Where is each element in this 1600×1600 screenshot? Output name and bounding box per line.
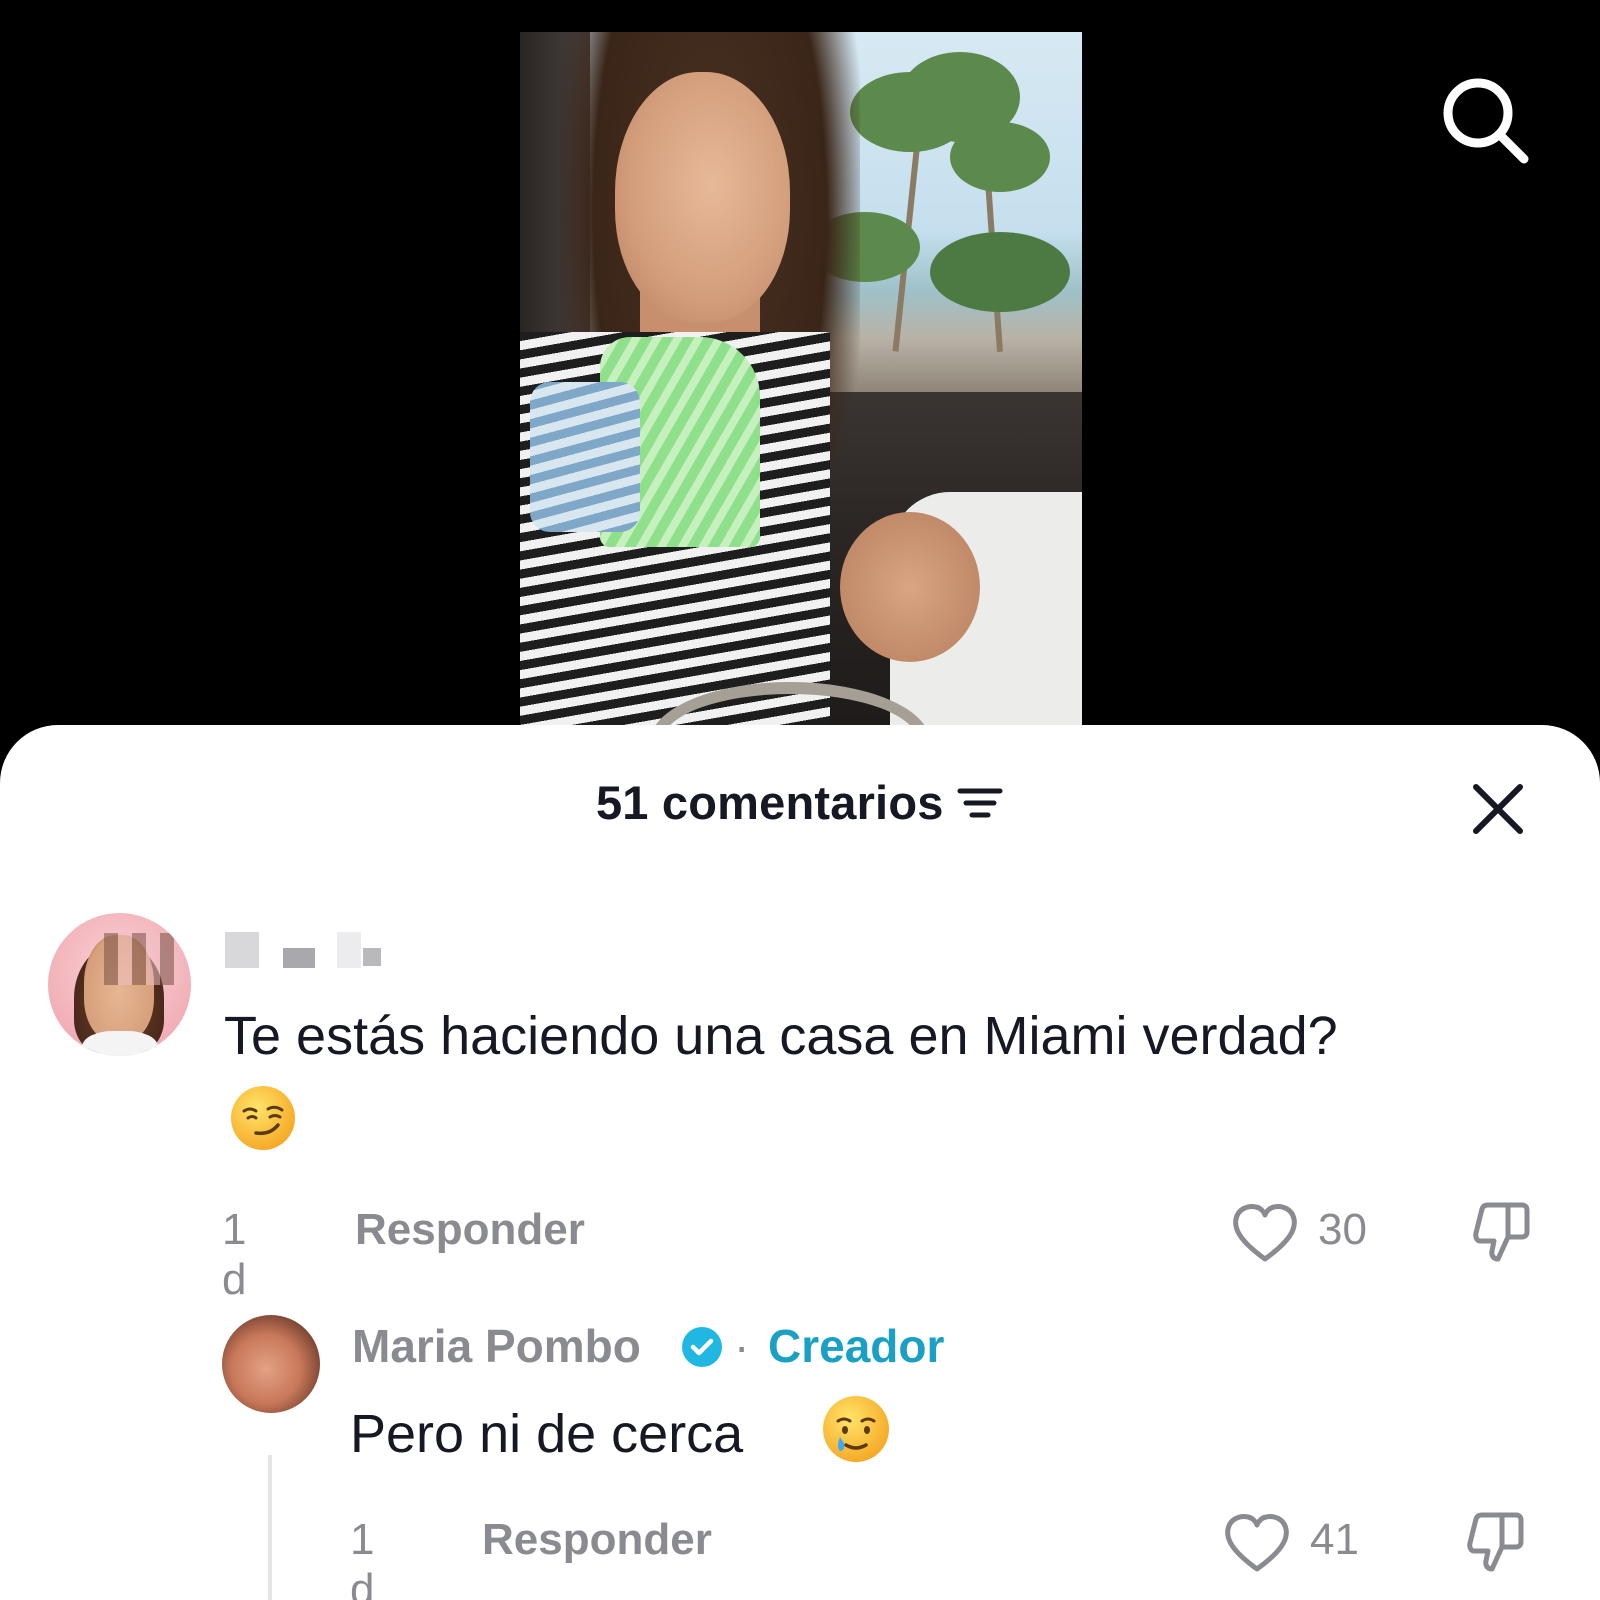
creator-avatar[interactable]: [222, 1315, 320, 1413]
reply-text: Pero ni de cerca: [350, 1404, 744, 1464]
close-icon[interactable]: [1468, 779, 1528, 839]
heart-icon[interactable]: [1222, 1511, 1292, 1575]
like-count: 30: [1318, 1205, 1367, 1254]
heart-icon[interactable]: [1230, 1201, 1300, 1265]
comment-time: 1 d: [222, 1205, 247, 1304]
avatar-pixelation: [104, 933, 184, 985]
name-separator: ·: [734, 1320, 750, 1372]
reply-time: 1 d: [350, 1515, 375, 1600]
commenter-username-redacted[interactable]: [225, 928, 385, 972]
smirk-emoji: [228, 1083, 298, 1153]
comment-count-title: 51 comentarios: [595, 776, 944, 829]
video-frame[interactable]: [520, 32, 1082, 740]
smiling-with-tear-emoji: [820, 1393, 892, 1465]
verified-badge-icon: [680, 1325, 724, 1369]
creator-label: Creador: [768, 1320, 945, 1372]
creator-username[interactable]: Maria Pombo: [352, 1319, 641, 1373]
reply-button[interactable]: Responder: [355, 1205, 585, 1255]
sort-lines-icon[interactable]: [956, 783, 1004, 823]
shirt-blue-panel: [530, 382, 640, 532]
thumbs-down-icon[interactable]: [1466, 1199, 1534, 1267]
comments-header: 51 comentarios: [0, 725, 1600, 865]
person-face: [615, 72, 790, 322]
video-player[interactable]: [0, 0, 1600, 740]
search-icon[interactable]: [1440, 75, 1532, 167]
like-count: 41: [1310, 1515, 1359, 1564]
thumbs-down-icon[interactable]: [1460, 1509, 1528, 1577]
reply-button[interactable]: Responder: [482, 1515, 712, 1565]
comment-text: Te estás haciendo una casa en Miami verd…: [224, 1006, 1338, 1066]
commenter-avatar[interactable]: [48, 913, 191, 1056]
person-hands: [840, 512, 980, 662]
comments-sheet: 51 comentarios Te estás haciendo una cas…: [0, 725, 1600, 1600]
comment-count-wrap: 51 comentarios: [0, 775, 1600, 830]
thread-line: [268, 1455, 272, 1600]
